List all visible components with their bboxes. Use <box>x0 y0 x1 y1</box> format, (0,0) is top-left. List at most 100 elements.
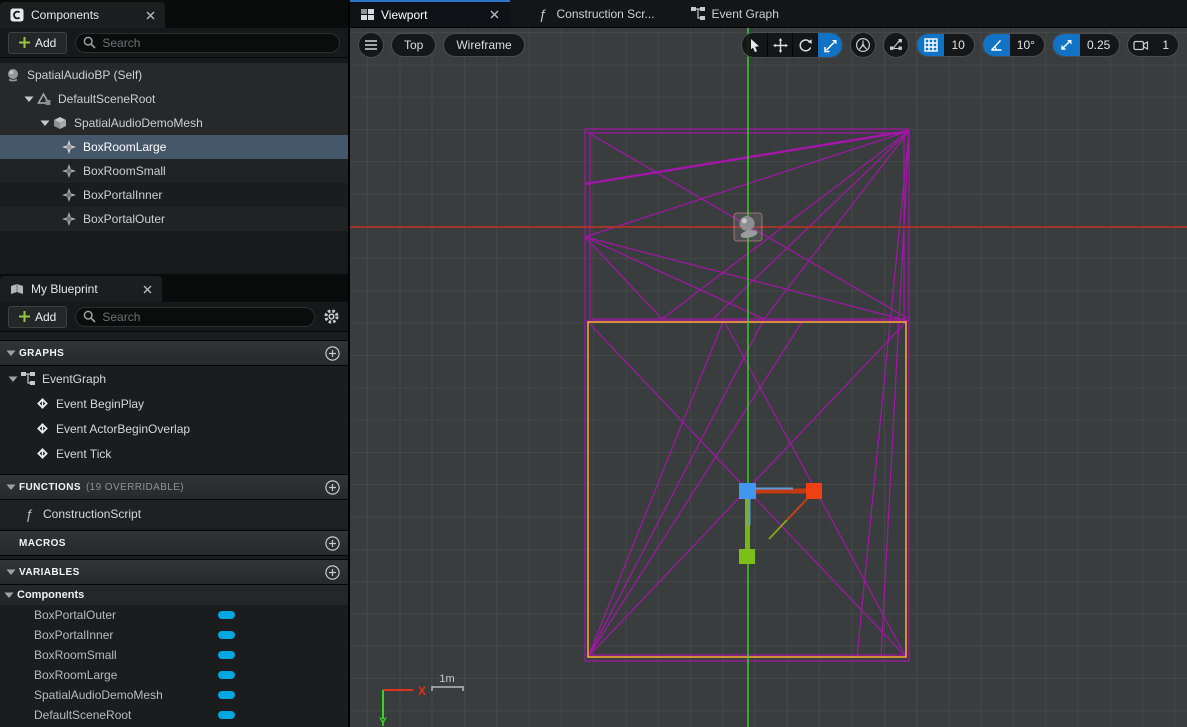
gizmo-x-handle[interactable] <box>806 483 822 499</box>
close-icon[interactable] <box>143 285 152 294</box>
viewport-toolbar-right: 10 10° <box>741 32 1179 58</box>
add-component-button[interactable]: Add <box>8 32 67 54</box>
variable-label: BoxRoomSmall <box>34 648 117 662</box>
camera-speed-control[interactable]: 1 <box>1127 33 1179 57</box>
add-variable-icon[interactable] <box>325 565 340 580</box>
viewport-icon <box>361 9 374 21</box>
grid-snap-icon <box>924 38 938 52</box>
box-component-icon <box>62 164 76 178</box>
render-mode-button[interactable]: Wireframe <box>443 33 524 57</box>
variable-item-spatialaudiodemomesh[interactable]: SpatialAudioDemoMesh <box>0 685 348 705</box>
my-blueprint-search-input[interactable] <box>75 307 315 327</box>
tab-construction-script[interactable]: ƒ Construction Scr... <box>524 0 665 27</box>
section-header-graphs[interactable]: GRAPHS <box>0 340 348 366</box>
variables-category-components[interactable]: Components <box>0 585 348 605</box>
variable-item-boxroomlarge[interactable]: BoxRoomLarge <box>0 665 348 685</box>
tree-item-label: BoxRoomLarge <box>83 140 166 154</box>
coordinate-space-button[interactable] <box>850 32 876 58</box>
event-item-label: Event ActorBeginOverlap <box>56 422 190 436</box>
scale-bar-label: 1m <box>439 673 454 685</box>
variable-label: BoxPortalInner <box>34 628 113 642</box>
components-search-input[interactable] <box>75 33 340 53</box>
event-node-icon <box>36 397 49 410</box>
camera-speed-value[interactable]: 1 <box>1155 34 1178 56</box>
tree-item-boxroomsmall[interactable]: BoxRoomSmall <box>0 159 348 183</box>
add-blueprint-item-button[interactable]: Add <box>8 306 67 328</box>
scale-snap-control[interactable]: 0.25 <box>1052 33 1120 57</box>
variable-item-boxportalinner[interactable]: BoxPortalInner <box>0 625 348 645</box>
move-tool-button[interactable] <box>767 33 792 57</box>
function-item-constructionscript[interactable]: ƒ ConstructionScript <box>0 500 348 527</box>
expander-arrow-icon[interactable] <box>40 118 50 128</box>
tree-item-spatialaudiobp-self[interactable]: SpatialAudioBP (Self) <box>0 63 348 87</box>
rotation-snap-value[interactable]: 10° <box>1010 34 1044 56</box>
blueprint-book-icon <box>10 283 24 296</box>
grid-snap-control[interactable]: 10 <box>916 33 974 57</box>
macros-header-label: MACROS <box>19 538 66 549</box>
graph-item-eventgraph[interactable]: EventGraph <box>0 366 348 391</box>
expander-arrow-icon[interactable] <box>24 94 34 104</box>
close-icon[interactable] <box>490 10 499 19</box>
gizmo-diagonal-upper <box>787 499 807 520</box>
event-item-beginplay[interactable]: Event BeginPlay <box>0 391 348 416</box>
variables-header-label: VARIABLES <box>19 567 80 578</box>
scale-snap-value[interactable]: 0.25 <box>1080 34 1119 56</box>
add-graph-icon[interactable] <box>325 346 340 361</box>
gizmo-center-handle[interactable] <box>739 483 756 499</box>
tab-event-graph[interactable]: Event Graph <box>680 0 790 27</box>
variable-item-defaultsceneroot[interactable]: DefaultSceneRoot <box>0 705 348 725</box>
construction-script-tab-label: Construction Scr... <box>556 7 654 21</box>
tree-item-boxroomlarge[interactable]: BoxRoomLarge <box>0 135 348 159</box>
scale-gizmo[interactable] <box>739 483 822 564</box>
expander-arrow-icon[interactable] <box>8 374 18 384</box>
rotate-tool-button[interactable] <box>792 33 817 57</box>
scale-tool-button[interactable] <box>817 33 842 57</box>
add-macro-icon[interactable] <box>325 536 340 551</box>
section-header-macros[interactable]: MACROS <box>0 530 348 556</box>
components-icon <box>10 8 24 22</box>
tree-item-spatialaudiodemomesh[interactable]: SpatialAudioDemoMesh <box>0 111 348 135</box>
scale-snap-toggle[interactable] <box>1053 34 1080 56</box>
graph-item-label: EventGraph <box>42 372 106 386</box>
tree-item-boxportalouter[interactable]: BoxPortalOuter <box>0 207 348 231</box>
gizmo-y-handle[interactable] <box>739 549 755 564</box>
tab-viewport[interactable]: Viewport <box>350 0 510 27</box>
scale-icon <box>823 38 838 53</box>
tree-item-label: BoxPortalInner <box>83 188 162 202</box>
view-mode-button[interactable]: Top <box>391 33 436 57</box>
close-icon[interactable] <box>146 11 155 20</box>
variable-label: BoxPortalOuter <box>34 608 116 622</box>
grid-snap-toggle[interactable] <box>917 34 944 56</box>
tree-item-boxportalinner[interactable]: BoxPortalInner <box>0 183 348 207</box>
grid-snap-value[interactable]: 10 <box>944 34 973 56</box>
viewport-toolbar-left: Top Wireframe <box>358 32 525 58</box>
rotation-snap-toggle[interactable] <box>983 34 1010 56</box>
tab-my-blueprint[interactable]: My Blueprint <box>0 276 162 302</box>
variable-type-pill <box>218 631 235 639</box>
event-item-actorbeginoverlap[interactable]: Event ActorBeginOverlap <box>0 416 348 441</box>
surface-snapping-button[interactable] <box>883 32 909 58</box>
tab-components[interactable]: Components <box>0 2 165 28</box>
event-item-tick[interactable]: Event Tick <box>0 441 348 466</box>
camera-speed-toggle[interactable] <box>1128 34 1155 56</box>
variable-item-boxportalouter[interactable]: BoxPortalOuter <box>0 605 348 625</box>
viewport-canvas[interactable]: 1m X Y Top <box>350 28 1187 727</box>
static-mesh-icon <box>53 116 67 130</box>
section-header-functions[interactable]: FUNCTIONS (19 OVERRIDABLE) <box>0 474 348 500</box>
expander-arrow-icon[interactable] <box>6 482 16 492</box>
add-function-icon[interactable] <box>325 480 340 495</box>
tree-item-defaultsceneroot[interactable]: DefaultSceneRoot <box>0 87 348 111</box>
section-header-variables[interactable]: VARIABLES <box>0 559 348 585</box>
my-blueprint-body: GRAPHS EventGraph <box>0 332 348 727</box>
graphs-header-label: GRAPHS <box>19 348 64 359</box>
viewport-options-button[interactable] <box>358 32 384 58</box>
expander-arrow-icon[interactable] <box>6 348 16 358</box>
expander-arrow-icon[interactable] <box>6 567 16 577</box>
scene-root-sprite[interactable] <box>734 213 762 241</box>
rotation-snap-control[interactable]: 10° <box>982 33 1045 57</box>
viewport-toolbar: Top Wireframe <box>358 32 1179 58</box>
select-tool-button[interactable] <box>742 33 767 57</box>
variable-item-boxroomsmall[interactable]: BoxRoomSmall <box>0 645 348 665</box>
gear-icon[interactable] <box>323 308 340 325</box>
expander-arrow-icon[interactable] <box>4 590 14 600</box>
